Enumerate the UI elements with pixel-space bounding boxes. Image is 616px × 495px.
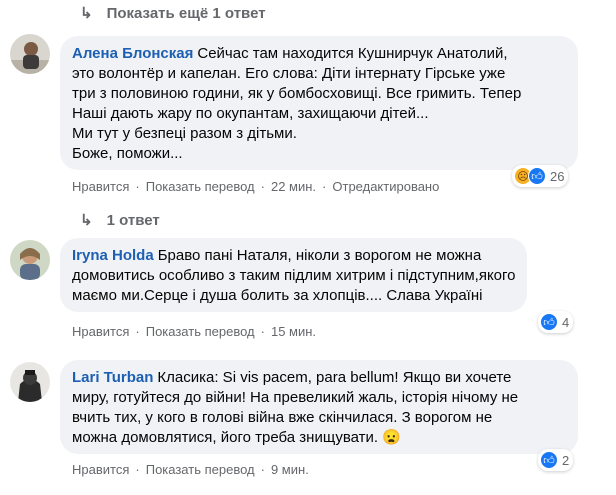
comment-bubble: Алена Блонская Сейчас там находится Кушни… [60,36,578,170]
reactions-summary[interactable]: 👍︎ 2 [538,449,574,471]
comment-actions: Нравится · Показать перевод · 22 мин. · Отреда… [72,179,440,194]
show-more-replies-link[interactable]: ↳ Показать ещё 1 ответ [80,4,266,23]
reaction-count: 4 [562,314,570,330]
avatar[interactable] [10,240,50,280]
avatar[interactable] [10,362,50,402]
comment-text-line: вчить тих, у кого в голові війна вже скі… [72,409,493,426]
timestamp[interactable]: 22 мин. [271,179,316,194]
comment-text-line: Сейчас там находится Кушнирчук Анатолий, [197,45,508,62]
comment-actions: Нравится · Показать перевод · 15 мин. [72,324,317,339]
show-more-replies-label: Показать ещё 1 ответ [106,4,266,22]
reply-arrow-icon: ↳ [80,212,93,229]
comment-text-line: миру, готуйтеся до війни! На превеликий … [72,389,519,406]
comment-text-line: Наші дають жару по окупантам, захищаючи … [72,105,429,122]
reactions-summary[interactable]: 👍︎ 4 [538,311,574,333]
show-translation-button[interactable]: Показать перевод [146,324,255,339]
comment-bubble: Iryna Holda Браво пані Наталя, ніколи з в… [60,238,527,312]
avatar[interactable] [10,34,50,74]
comment-text-line: маємо ми.Серце і душа болить за хлопців.… [72,287,483,304]
comment-actions: Нравится · Показать перевод · 9 мин. [72,462,309,477]
comment-bubble: Lari Turban Класика: Si vis pacem, para b… [60,360,578,454]
show-translation-button[interactable]: Показать перевод [146,179,255,194]
show-translation-button[interactable]: Показать перевод [146,462,255,477]
comment-text-line: Класика: Si vis pacem, para bellum! Якщо… [157,369,512,386]
comment-author[interactable]: Алена Блонская [72,45,193,62]
comment-author[interactable]: Iryna Holda [72,247,154,264]
like-button[interactable]: Нравится [72,179,129,194]
reactions-summary[interactable]: ☹ 👍︎ 26 [512,165,569,187]
edited-label: Отредактировано [332,179,440,194]
timestamp[interactable]: 15 мин. [271,324,316,339]
like-button[interactable]: Нравится [72,462,129,477]
comment-text-line: Ми тут у безпеці разом з дітьми. [72,125,297,142]
comment-text-line: Боже, поможи... [72,145,183,162]
comment-text-line: домовитись особливо з таким підлим хитри… [72,267,516,284]
comment-text-line: три з половиною години, як у бомбосховищ… [72,85,522,102]
timestamp[interactable]: 9 мин. [271,462,309,477]
like-icon: 👍︎ [540,313,558,331]
reply-arrow-icon: ↳ [80,5,93,22]
comment-text-line: это волонтёр и капелан. Его слова: Діти … [72,65,506,82]
like-icon: 👍︎ [528,167,546,185]
view-replies-link[interactable]: ↳ 1 ответ [80,211,160,230]
comment-text-line: можна домовлятися, його треба знищувати.… [72,429,401,446]
reaction-count: 2 [562,452,570,468]
comment-text-line: Браво пані Наталя, ніколи з ворогом не м… [157,247,482,264]
comment-author[interactable]: Lari Turban [72,369,153,386]
like-button[interactable]: Нравится [72,324,129,339]
view-replies-label: 1 ответ [106,211,160,229]
reaction-count: 26 [550,168,565,184]
like-icon: 👍︎ [540,451,558,469]
